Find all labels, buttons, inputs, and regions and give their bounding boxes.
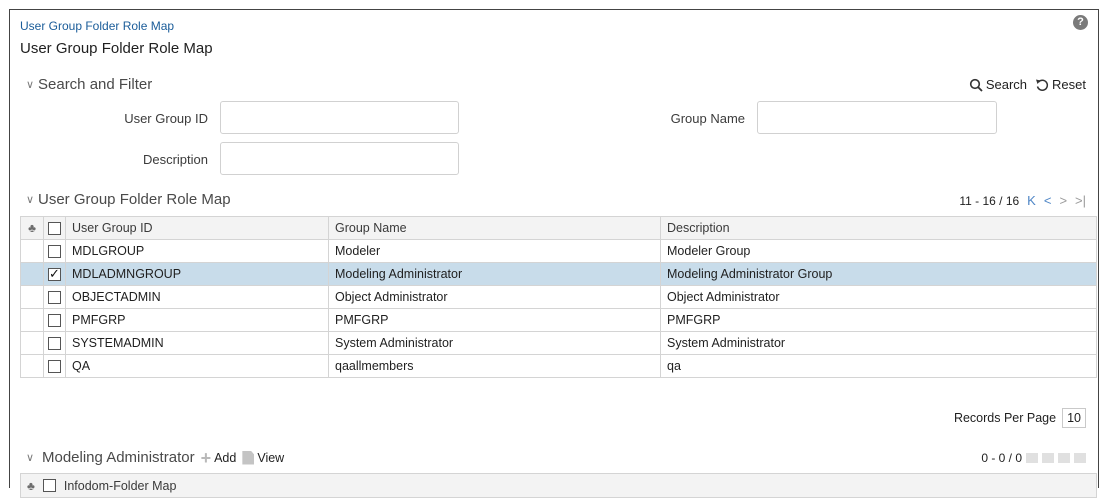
cell-description: Modeling Administrator Group [660, 262, 1097, 286]
next-page-icon[interactable]: > [1059, 193, 1067, 208]
cell-user-group-id: MDLGROUP [65, 239, 329, 263]
records-per-page: Records Per Page 10 [954, 408, 1086, 428]
grid-title: User Group Folder Role Map [38, 191, 231, 208]
grid-pagination: 11 - 16 / 16 K < > >| [959, 193, 1086, 208]
cell-group-name: PMFGRP [328, 308, 661, 332]
reset-button[interactable]: Reset [1035, 77, 1086, 92]
first-page-icon [1026, 453, 1038, 463]
chevron-down-icon: ∨ [26, 79, 35, 91]
reset-label: Reset [1052, 77, 1086, 92]
view-icon [242, 450, 255, 465]
cell-description: Modeler Group [660, 239, 1097, 263]
select-all-checkbox[interactable] [48, 222, 61, 236]
cell-description: System Administrator [660, 331, 1097, 355]
description-input[interactable] [220, 142, 459, 175]
view-button[interactable]: View [242, 450, 285, 465]
chevron-down-icon: ∨ [26, 194, 35, 206]
column-header-description[interactable]: Description [660, 216, 1097, 240]
detail-pagination: 0 - 0 / 0 [981, 451, 1086, 465]
cell-description: PMFGRP [660, 308, 1097, 332]
search-filter-header[interactable]: ∨ Search and Filter [26, 76, 152, 93]
last-page-icon[interactable]: >| [1075, 193, 1086, 208]
cell-group-name: System Administrator [328, 331, 661, 355]
records-per-page-label: Records Per Page [953, 411, 1057, 425]
last-page-icon [1074, 453, 1086, 463]
help-icon[interactable]: ? [1073, 15, 1088, 30]
cell-user-group-id: PMFGRP [65, 308, 329, 332]
row-checkbox[interactable] [48, 337, 61, 351]
row-checkbox[interactable] [48, 245, 61, 259]
search-label: Search [985, 77, 1028, 92]
hierarchy-icon[interactable]: ♣ [27, 479, 35, 493]
table-row[interactable]: PMFGRP PMFGRP PMFGRP [20, 308, 1097, 332]
table-header-row: ♣ User Group ID Group Name Description [20, 216, 1097, 240]
page-title: User Group Folder Role Map [20, 40, 213, 57]
reset-icon [1036, 79, 1049, 91]
records-per-page-input[interactable]: 10 [1062, 408, 1086, 428]
cell-user-group-id: OBJECTADMIN [65, 285, 329, 309]
row-checkbox[interactable] [48, 314, 61, 328]
table-row[interactable]: SYSTEMADMIN System Administrator System … [20, 331, 1097, 355]
row-checkbox-checked[interactable] [48, 266, 61, 282]
search-filter-title: Search and Filter [38, 76, 153, 93]
user-group-table: ♣ User Group ID Group Name Description M… [20, 216, 1097, 378]
cell-group-name: qaallmembers [328, 354, 661, 378]
add-button[interactable]: + Add [200, 447, 237, 468]
group-name-input[interactable] [757, 101, 997, 134]
plus-icon: + [200, 447, 212, 468]
detail-table-header: ♣ Infodom-Folder Map [20, 473, 1097, 498]
user-group-id-input[interactable] [220, 101, 459, 134]
group-name-label: Group Name [670, 111, 745, 126]
pagination-text: 11 - 16 / 16 [959, 193, 1020, 208]
view-label: View [257, 450, 285, 465]
user-group-id-label: User Group ID [124, 111, 208, 126]
cell-user-group-id: QA [65, 354, 329, 378]
column-header-group-name[interactable]: Group Name [328, 216, 661, 240]
column-header-user-group-id[interactable]: User Group ID [65, 216, 329, 240]
cell-description: Object Administrator [660, 285, 1097, 309]
next-page-icon [1058, 453, 1070, 463]
detail-section-header: ∨ Modeling Administrator + Add View [26, 447, 285, 468]
previous-page-icon[interactable]: < [1044, 193, 1052, 208]
detail-title: Modeling Administrator [42, 449, 195, 466]
description-label: Description [142, 152, 208, 167]
select-all-checkbox[interactable] [42, 479, 56, 492]
column-header-infodom-folder-map[interactable]: Infodom-Folder Map [64, 479, 177, 493]
cell-group-name: Modeler [328, 239, 661, 263]
add-label: Add [214, 450, 237, 465]
cell-user-group-id: SYSTEMADMIN [65, 331, 329, 355]
previous-page-icon [1042, 453, 1054, 463]
breadcrumb[interactable]: User Group Folder Role Map [20, 19, 174, 33]
first-page-icon[interactable]: K [1027, 193, 1036, 208]
page-frame: User Group Folder Role Map ? User Group … [9, 9, 1099, 498]
detail-pagination-text: 0 - 0 / 0 [981, 451, 1022, 465]
table-row-selected[interactable]: MDLADMNGROUP Modeling Administrator Mode… [20, 262, 1097, 286]
row-checkbox[interactable] [48, 360, 61, 374]
search-icon [969, 78, 983, 92]
row-checkbox[interactable] [48, 291, 61, 305]
table-row[interactable]: MDLGROUP Modeler Modeler Group [20, 239, 1097, 263]
cell-group-name: Modeling Administrator [328, 262, 661, 286]
cell-description: qa [660, 354, 1097, 378]
hierarchy-icon[interactable]: ♣ [20, 216, 44, 240]
table-row[interactable]: QA qaallmembers qa [20, 354, 1097, 378]
table-row[interactable]: OBJECTADMIN Object Administrator Object … [20, 285, 1097, 309]
cell-group-name: Object Administrator [328, 285, 661, 309]
grid-section-header[interactable]: ∨ User Group Folder Role Map [26, 191, 231, 208]
chevron-down-icon[interactable]: ∨ [26, 451, 36, 464]
cell-user-group-id: MDLADMNGROUP [65, 262, 329, 286]
search-toolbar: Search Reset [969, 77, 1086, 92]
search-button[interactable]: Search [969, 77, 1027, 92]
